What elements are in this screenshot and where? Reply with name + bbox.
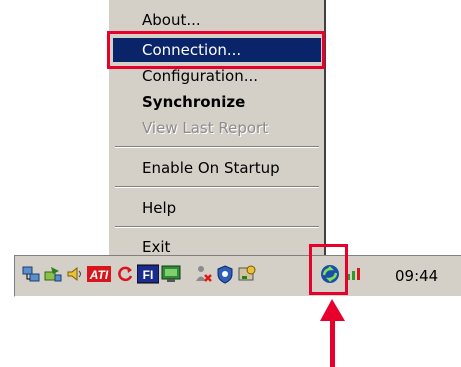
refresh-icon[interactable] — [115, 264, 135, 284]
volume-icon[interactable] — [65, 264, 85, 284]
menu-separator — [115, 186, 319, 188]
menu-item-about[interactable]: About... — [113, 8, 321, 32]
menu-separator — [115, 146, 319, 148]
sync-app-icon[interactable] — [320, 264, 340, 284]
menu-item-enable-on-startup[interactable]: Enable On Startup — [113, 156, 321, 180]
system-tray: ATI FI 09:44 — [14, 255, 461, 297]
pointer-arrow — [320, 299, 345, 367]
fi-icon[interactable]: FI — [137, 264, 159, 284]
network-sync-icon[interactable] — [43, 264, 63, 284]
shield-icon[interactable] — [215, 264, 235, 284]
menu-item-configuration[interactable]: Configuration... — [113, 64, 321, 88]
menu-item-connection[interactable]: Connection... — [113, 38, 321, 62]
hardware-icon[interactable] — [237, 264, 257, 284]
context-menu: About... Connection... Configuration... … — [108, 0, 326, 263]
fi-label: FI — [143, 268, 154, 282]
menu-item-help[interactable]: Help — [113, 196, 321, 220]
menu-item-view-last-report: View Last Report — [142, 119, 269, 137]
monitor-icon[interactable] — [161, 264, 181, 284]
person-x-icon[interactable] — [193, 264, 213, 284]
clock[interactable]: 09:44 — [395, 267, 438, 285]
menu-item-synchronize[interactable]: Synchronize — [113, 90, 321, 114]
menu-separator — [115, 226, 319, 228]
ati-icon[interactable]: ATI — [87, 264, 111, 284]
ati-label: ATI — [89, 268, 109, 282]
network-icon[interactable] — [21, 264, 41, 284]
signal-icon[interactable] — [345, 264, 365, 284]
